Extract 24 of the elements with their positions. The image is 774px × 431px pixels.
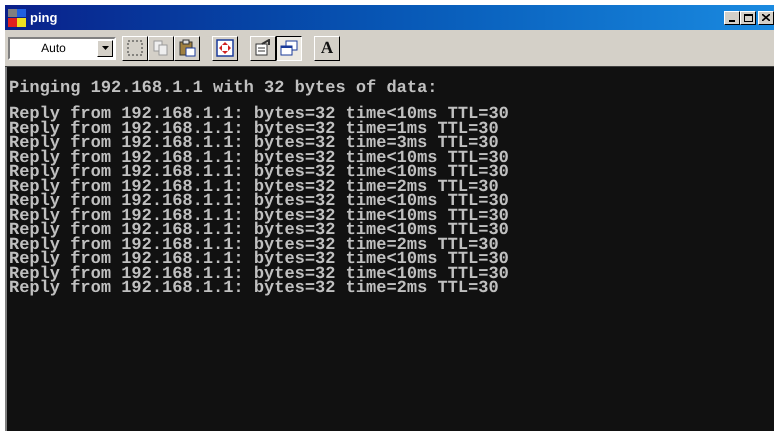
font-button[interactable]: A: [314, 36, 340, 60]
font-size-value: Auto: [40, 40, 67, 57]
window-title: ping: [30, 8, 58, 27]
clipboard-icon: [178, 39, 196, 57]
ms-dos-icon: [8, 8, 26, 26]
close-button[interactable]: [758, 10, 774, 24]
copy-icon: [152, 39, 170, 57]
font-size-dropdown[interactable]: Auto: [8, 36, 116, 60]
maximize-icon: [744, 14, 752, 22]
fullscreen-button[interactable]: [212, 36, 238, 60]
mark-button[interactable]: [122, 36, 148, 60]
windows-icon: [280, 39, 298, 57]
caret-icon: [102, 46, 108, 50]
maximize-button[interactable]: [740, 10, 756, 24]
close-icon: [762, 14, 770, 21]
arrows-icon: [216, 39, 234, 57]
copy-button[interactable]: [148, 36, 174, 60]
dropdown-arrow-button[interactable]: [97, 40, 113, 56]
mark-icon: [126, 39, 144, 57]
properties-icon: [254, 39, 272, 57]
minimize-icon: [729, 20, 735, 22]
paste-button[interactable]: [174, 36, 200, 60]
properties-button[interactable]: [250, 36, 276, 60]
minimize-button[interactable]: [724, 10, 740, 24]
